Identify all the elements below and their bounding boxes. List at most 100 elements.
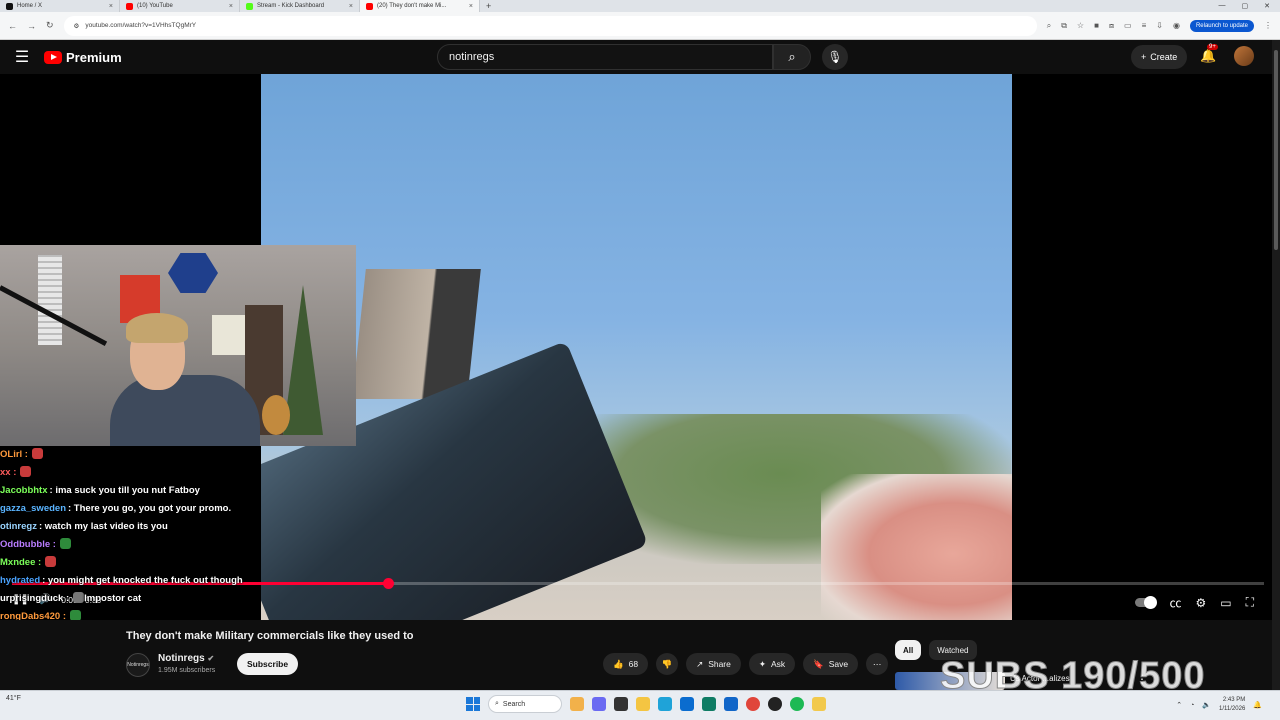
maximize-icon[interactable]: ▢ <box>1242 2 1249 10</box>
dislike-button[interactable]: 👎 <box>656 653 679 675</box>
app-icon[interactable] <box>702 697 716 711</box>
subscriber-count: 1.95M subscribers <box>158 667 216 674</box>
new-tab-icon[interactable]: + <box>480 1 497 11</box>
emote-icon <box>45 556 57 567</box>
youtube-icon <box>126 2 133 10</box>
obs-icon[interactable] <box>768 697 782 711</box>
minimize-icon[interactable]: — <box>1219 2 1226 10</box>
webcam-hex-panel <box>168 253 218 293</box>
chat-username: hydrated <box>0 575 41 586</box>
media-icon[interactable]: ≡ <box>1142 21 1147 30</box>
share-button[interactable]: ↗ Share <box>686 653 741 675</box>
video-scene-mirror <box>352 269 481 399</box>
chat-username: Oddbubble : <box>0 539 56 550</box>
share-page-icon[interactable]: ⧉ <box>1061 21 1067 31</box>
more-menu-icon[interactable]: ⋮ <box>1264 21 1272 30</box>
relaunch-button[interactable]: Relaunch to update <box>1189 19 1254 32</box>
search-input[interactable]: notinregs <box>437 44 773 70</box>
like-button[interactable]: 👍 68 <box>603 653 649 675</box>
hamburger-menu-icon[interactable]: ☰ <box>0 47 44 67</box>
settings-gear-icon[interactable]: ⚙ <box>1195 596 1206 610</box>
url-text: youtube.com/watch?v=1VHhsTQgMrY <box>85 22 197 29</box>
browser-tab[interactable]: Home / X × <box>0 0 120 12</box>
channel-name[interactable]: Notinregs ✔ <box>158 653 214 664</box>
reload-icon[interactable]: ↻ <box>46 20 54 31</box>
file-explorer-icon[interactable] <box>636 697 650 711</box>
microphone-icon[interactable]: 🎙 <box>822 44 848 70</box>
windows-start-icon[interactable] <box>466 697 480 711</box>
outlook-icon[interactable] <box>724 697 738 711</box>
like-count: 68 <box>628 659 639 669</box>
browser-tab-bar: Home / X × (10) YouTube × Stream - Kick … <box>0 0 1280 12</box>
captions-icon[interactable]: ㏄ <box>1169 594 1181 611</box>
webcam-guitar <box>262 395 290 435</box>
fullscreen-icon[interactable]: ⛶ <box>1246 595 1254 610</box>
emote-icon <box>20 466 32 477</box>
subscribe-button[interactable]: Subscribe <box>237 653 299 675</box>
more-actions-icon[interactable]: ⋯ <box>866 653 889 675</box>
close-icon[interactable]: × <box>349 3 353 10</box>
warning-icon[interactable] <box>812 697 826 711</box>
channel-avatar[interactable]: Notinregs <box>126 653 150 677</box>
theater-mode-icon[interactable]: ▭ <box>1220 596 1231 610</box>
zoom-icon[interactable]: ⌕ <box>1047 21 1051 31</box>
profile-icon[interactable]: ◉ <box>1173 21 1180 30</box>
site-info-icon[interactable]: ⚙ <box>74 22 80 30</box>
search-icon[interactable]: ⌕ <box>773 44 811 70</box>
browser-tab[interactable]: (10) YouTube × <box>120 0 240 12</box>
close-icon[interactable]: × <box>229 3 233 10</box>
store-icon[interactable] <box>680 697 694 711</box>
url-field[interactable]: ⚙ youtube.com/watch?v=1VHhsTQgMrY <box>63 15 1037 36</box>
save-button[interactable]: 🔖 Save <box>803 653 859 675</box>
youtube-logo[interactable]: Premium <box>44 50 122 65</box>
share-label: Share <box>708 659 731 669</box>
spotify-icon[interactable] <box>790 697 804 711</box>
tray-chevron-icon[interactable]: ⌃ <box>1176 701 1182 709</box>
close-icon[interactable]: × <box>109 3 113 10</box>
clock-date: 1/11/2026 <box>1219 706 1246 712</box>
extension-icon[interactable]: ■ <box>1094 21 1099 30</box>
video-frame[interactable] <box>261 74 1012 620</box>
verified-icon: ✔ <box>207 654 215 663</box>
forward-icon[interactable]: → <box>27 21 36 31</box>
chat-message: urprisingduck : Impostor cat <box>0 590 240 608</box>
taskbar-search[interactable]: ⌕ Search <box>488 695 562 713</box>
chat-message: Oddbubble : <box>0 536 240 554</box>
notifications-bell-icon[interactable]: 🔔 9+ <box>1200 44 1218 64</box>
ask-button[interactable]: ✦ Ask <box>748 653 796 675</box>
download-icon[interactable]: ⇩ <box>1156 21 1163 30</box>
chat-text: : watch my last video its you <box>38 521 168 532</box>
taskbar-clock[interactable]: 2:43 PM 1/11/2026 <box>1219 696 1245 714</box>
weather-widget[interactable]: 41°F <box>6 695 21 702</box>
bookmark-star-icon[interactable]: ☆ <box>1077 21 1084 30</box>
thumbs-down-icon: 👎 <box>661 658 673 669</box>
scrollbar-thumb[interactable] <box>1274 50 1278 250</box>
autoplay-toggle[interactable] <box>1135 596 1158 609</box>
kick-icon <box>246 2 253 10</box>
puzzle-icon[interactable]: ⧈ <box>1109 21 1114 31</box>
browser-tab-active[interactable]: (20) They don't make Mi... × <box>360 0 480 12</box>
emote-icon <box>73 592 85 603</box>
sidebar-icon[interactable]: ▭ <box>1124 21 1132 30</box>
chrome-icon[interactable] <box>746 697 760 711</box>
edge-icon[interactable] <box>658 697 672 711</box>
speaker-icon[interactable]: 🔈 <box>1202 701 1211 709</box>
copilot-icon[interactable] <box>592 697 606 711</box>
browser-tab[interactable]: Stream - Kick Dashboard × <box>240 0 360 12</box>
chip-all[interactable]: All <box>895 640 922 660</box>
youtube-header: ☰ Premium notinregs ⌕ 🎙 + Create 🔔 9+ <box>0 40 1280 74</box>
notification-center-icon[interactable]: 🔔 <box>1253 701 1262 709</box>
webcam-person-body <box>110 375 260 446</box>
task-view-icon[interactable] <box>570 697 584 711</box>
avatar[interactable] <box>1234 46 1254 66</box>
close-window-icon[interactable]: ✕ <box>1264 2 1270 10</box>
create-button[interactable]: + Create <box>1131 45 1188 69</box>
bookmark-icon: 🔖 <box>813 658 824 669</box>
progress-scrubber[interactable] <box>382 578 394 589</box>
page-scrollbar[interactable] <box>1272 40 1280 690</box>
back-icon[interactable]: ← <box>8 21 17 31</box>
thumbs-up-icon: 👍 <box>613 658 624 669</box>
close-icon[interactable]: × <box>469 3 473 10</box>
terminal-icon[interactable] <box>614 697 628 711</box>
wifi-icon[interactable]: ◔ <box>1190 702 1194 709</box>
